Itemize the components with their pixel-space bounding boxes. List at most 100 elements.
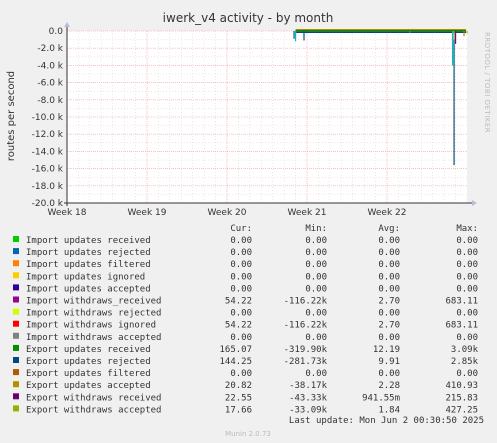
x-tick-label: Week 18	[48, 208, 87, 218]
legend-series-name: Export withdraws received	[26, 393, 161, 403]
legend-value-cur: 17.66	[225, 405, 252, 415]
legend-value-avg: 2.70	[378, 321, 400, 331]
legend-value-avg: 0.00	[378, 309, 400, 319]
legend-value-avg: 9.91	[378, 357, 400, 367]
legend-value-avg: 1.84	[378, 405, 400, 415]
legend-value-min: -116.22k	[284, 321, 328, 331]
legend-value-max: 410.93	[445, 381, 478, 391]
legend-column-header: Cur:	[230, 224, 252, 234]
legend-value-cur: 0.00	[230, 260, 252, 270]
legend-value-cur: 0.00	[230, 236, 252, 246]
legend-series-name: Import updates accepted	[26, 284, 151, 294]
series-band-green	[295, 30, 466, 32]
y-tick-label: 0.0	[49, 27, 64, 37]
legend-value-max: 0.00	[456, 369, 478, 379]
legend-value-max: 215.83	[445, 393, 478, 403]
y-tick-label: -8.0 k	[37, 96, 63, 106]
legend-value-cur: 20.82	[225, 381, 252, 391]
legend-value-avg: 0.00	[378, 236, 400, 246]
legend-value-avg: 0.00	[378, 260, 400, 270]
legend-value-cur: 0.00	[230, 309, 252, 319]
legend-value-max: 0.00	[456, 284, 478, 294]
legend-column-header: Max:	[456, 224, 478, 234]
legend-series-name: Export updates filtered	[26, 369, 151, 379]
legend-value-max: 0.00	[456, 272, 478, 282]
legend-value-min: -116.22k	[284, 297, 328, 307]
legend-swatch	[13, 284, 19, 291]
legend-value-min: 0.00	[305, 260, 327, 270]
legend-value-avg: 0.00	[378, 272, 400, 282]
x-tick-label: Week 22	[368, 208, 407, 218]
rrdtool-watermark: RRDTOOL / TOBI OETIKER	[483, 32, 491, 133]
legend-series-name: Export updates rejected	[26, 357, 151, 367]
legend-value-max: 0.00	[456, 333, 478, 343]
legend-swatch	[13, 272, 19, 279]
series-band-negative	[295, 31, 466, 33]
legend-series-name: Import updates filtered	[26, 260, 151, 270]
legend-swatch	[13, 332, 19, 339]
legend-header: Cur: Min: Avg: Max:	[230, 224, 478, 234]
legend-value-cur: 54.22	[225, 297, 252, 307]
legend-value-min: -43.33k	[289, 393, 328, 403]
y-axis-arrow	[64, 22, 70, 27]
chart: iwerk_v4 activity - by month RRDTOOL / T…	[6, 11, 491, 438]
x-tick-label: Week 21	[288, 208, 327, 218]
legend-value-avg: 2.28	[378, 381, 400, 391]
x-tick-label: Week 19	[128, 208, 167, 218]
legend-value-max: 2.85k	[451, 357, 479, 367]
legend-series-name: Export updates accepted	[26, 381, 151, 391]
legend-value-cur: 54.22	[225, 321, 252, 331]
y-tick-label: -12.0 k	[32, 130, 64, 140]
last-update: Last update: Mon Jun 2 00:30:50 2025	[289, 416, 484, 426]
legend-swatch	[13, 393, 19, 400]
legend-value-min: 0.00	[305, 309, 327, 319]
legend-value-min: -33.09k	[289, 405, 328, 415]
legend-series-name: Import withdraws ignored	[26, 321, 156, 331]
legend-swatch	[13, 357, 19, 363]
legend-swatch	[13, 248, 19, 255]
chart-title: iwerk_v4 activity - by month	[163, 11, 334, 25]
legend-value-min: -319.90k	[284, 345, 328, 355]
legend-column-header: Avg:	[378, 224, 400, 234]
legend-column-header: Min:	[305, 224, 327, 234]
legend-swatch	[13, 344, 19, 351]
legend-swatch	[13, 369, 19, 376]
legend-value-max: 683.11	[445, 321, 478, 331]
legend-series-name: Import withdraws rejected	[26, 309, 161, 319]
y-ticks: 0.0 -2.0 k -4.0 k -6.0 k -8.0 k -10.0 k -12.0 …	[32, 27, 64, 209]
y-tick-label: -4.0 k	[37, 61, 63, 71]
legend-value-min: 0.00	[305, 284, 327, 294]
legend-value-min: 0.00	[305, 333, 327, 343]
legend-value-min: -38.17k	[289, 381, 328, 391]
legend-swatch	[13, 308, 19, 315]
legend-value-avg: 2.70	[378, 297, 400, 307]
legend-value-cur: 165.07	[219, 345, 252, 355]
legend-series-name: Import updates rejected	[26, 248, 151, 258]
y-tick-label: -14.0 k	[32, 147, 64, 157]
x-ticks: Week 18 Week 19 Week 20 Week 21 Week 22	[48, 208, 407, 218]
legend-series-name: Import withdraws accepted	[26, 333, 161, 343]
legend-series-name: Import updates ignored	[26, 272, 145, 282]
legend-value-cur: 144.25	[219, 357, 252, 367]
legend-value-max: 0.00	[456, 260, 478, 270]
y-tick-label: -2.0 k	[37, 44, 63, 54]
legend-value-avg: 0.00	[378, 333, 400, 343]
legend-series-name: Import updates received	[26, 236, 151, 246]
legend-value-min: 0.00	[305, 272, 327, 282]
legend-value-cur: 0.00	[230, 369, 252, 379]
legend-swatch	[13, 236, 19, 242]
legend-series-name: Export updates received	[26, 345, 151, 355]
legend-value-cur: 0.00	[230, 333, 252, 343]
legend-swatch	[13, 320, 19, 327]
legend-value-avg: 0.00	[378, 369, 400, 379]
legend-swatch	[13, 381, 19, 388]
legend-value-avg: 941.55m	[362, 393, 400, 403]
legend-value-max: 3.09k	[451, 345, 479, 355]
x-axis-arrow	[472, 200, 477, 206]
legend-value-avg: 0.00	[378, 284, 400, 294]
legend-value-cur: 0.00	[230, 272, 252, 282]
legend-value-avg: 12.19	[373, 345, 400, 355]
legend-value-max: 0.00	[456, 309, 478, 319]
legend-value-min: 0.00	[305, 236, 327, 246]
legend-value-max: 0.00	[456, 236, 478, 246]
